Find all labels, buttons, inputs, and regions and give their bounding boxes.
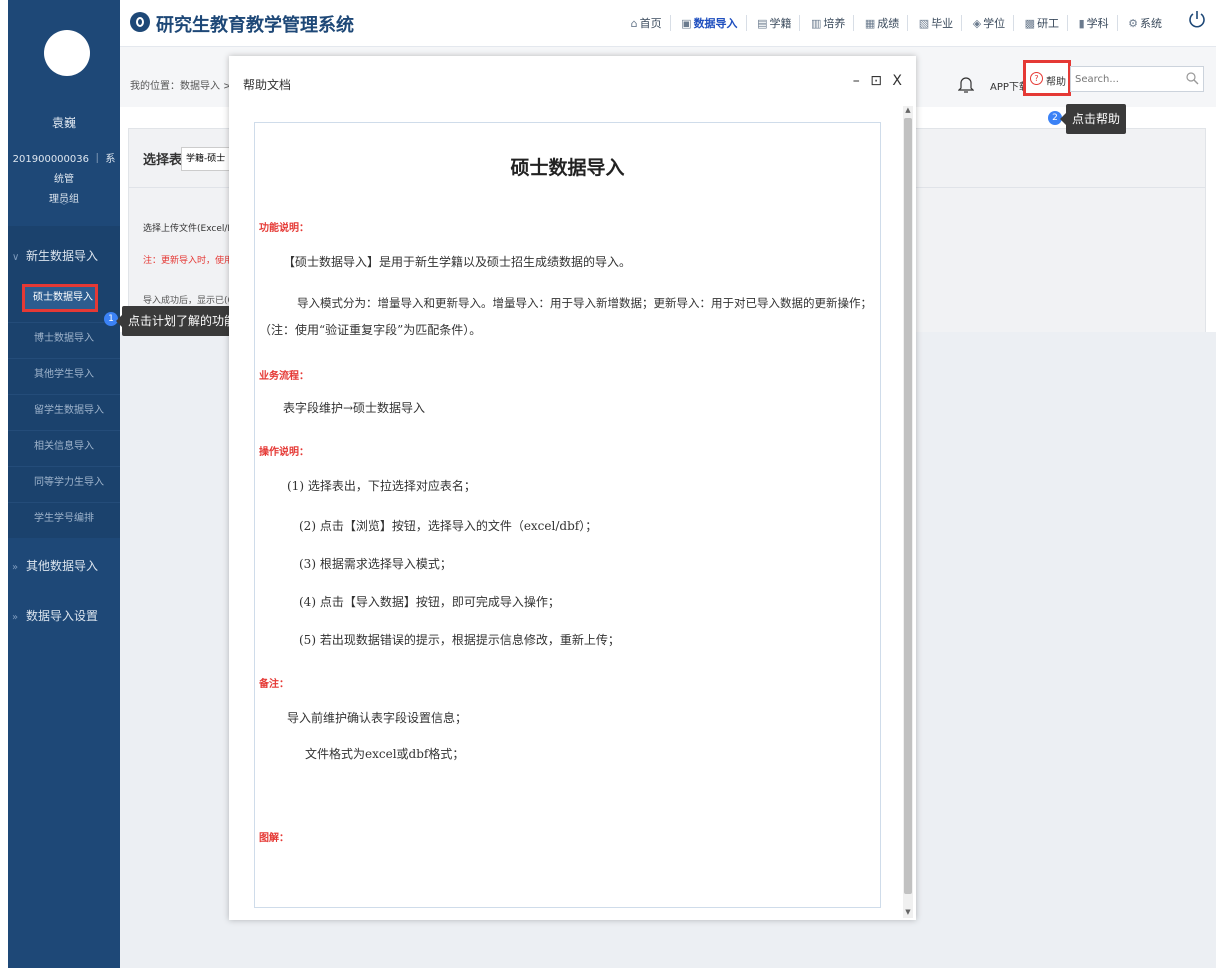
tooltip-help: 点击帮助 — [1059, 104, 1127, 134]
nav-research[interactable]: ▩ 研工 — [1024, 15, 1069, 31]
sidebar-item-intl-import[interactable]: 留学生数据导入 — [8, 394, 120, 426]
home-icon: ⌂ — [630, 17, 638, 30]
sidebar-item-phd-import[interactable]: 博士数据导入 — [8, 322, 120, 354]
help-label: 帮助 — [1046, 77, 1066, 88]
sidebar-group-import-settings[interactable]: » 数据导入设置 — [8, 596, 120, 636]
step-4: (4) 点击【导入数据】按钮，即可完成导入操作； — [299, 595, 560, 609]
app-root: 袁巍 201900000036 ｜ 系统管 理员组 ﹀ ∨ 新生数据导入 硕士数据… — [0, 0, 1216, 968]
nav-training[interactable]: ▥ 培养 — [810, 15, 855, 31]
remark-paragraph-2: 文件格式为excel或dbf格式； — [305, 747, 465, 761]
grid-icon: ▩ — [1024, 17, 1036, 30]
sidebar-item-equivalent-import[interactable]: 同等学力生导入 — [8, 466, 120, 498]
nav-data-import[interactable]: ▣ 数据导入 — [681, 15, 747, 31]
step-1: (1) 选择表出，下拉选择对应表名； — [287, 479, 476, 493]
user-id-role-line1: 201900000036 ｜ 系统管 — [12, 154, 116, 185]
sidebar-group-new-student-import[interactable]: ∨ 新生数据导入 — [8, 236, 120, 276]
doc-icon: ▥ — [810, 17, 822, 30]
graduate-icon: ▧ — [918, 17, 930, 30]
tooltip-feature: 点击计划了解的功能 — [115, 306, 243, 336]
function-paragraph-1: 【硕士数据导入】是用于新生学籍以及硕士招生成绩数据的导入。 — [283, 255, 632, 269]
sidebar-group-label: 新生数据导入 — [26, 249, 99, 263]
search-icon[interactable] — [1185, 71, 1199, 85]
dialog-scrollbar[interactable]: ▲ ▼ — [903, 106, 913, 918]
nav-enrollment[interactable]: ▤ 学籍 — [757, 15, 801, 31]
scroll-thumb[interactable] — [904, 118, 912, 894]
degree-icon: ◈ — [972, 17, 982, 30]
score-icon: ▦ — [864, 17, 876, 30]
nav-degree[interactable]: ◈ 学位 — [972, 15, 1015, 31]
bell-icon[interactable] — [958, 75, 974, 93]
top-header: 研究生教育教学管理系统 ⌂ 首页 ▣ 数据导入 ▤ 学籍 ▥ 培养 ▦ 成绩 ▧ 毕业 ◈ 学… — [120, 0, 1216, 47]
nav-label: 成绩 — [877, 17, 900, 30]
minimize-icon[interactable]: – — [853, 73, 860, 89]
dialog-controls: – ⊡ X — [847, 73, 902, 89]
nav-label: 首页 — [639, 17, 662, 30]
search-input[interactable] — [1071, 67, 1177, 91]
nav-label: 系统 — [1140, 17, 1162, 30]
nav-home[interactable]: ⌂ 首页 — [631, 15, 671, 31]
scroll-down-icon[interactable]: ▼ — [903, 908, 913, 918]
remark-paragraph-1: 导入前维护确认表字段设置信息； — [287, 711, 468, 725]
function-paragraph-3: （注：使用“验证重复字段”为匹配条件）。 — [259, 323, 482, 337]
help-button[interactable]: ? 帮助 — [1023, 60, 1071, 96]
help-icon: ? — [1030, 72, 1043, 85]
app-title: 研究生教育教学管理系统 — [156, 15, 354, 36]
power-icon[interactable] — [1188, 10, 1206, 28]
nav-label: 学籍 — [769, 17, 792, 30]
step-2: (2) 点击【浏览】按钮，选择导入的文件（excel/dbf）； — [299, 519, 598, 533]
gear-icon: ⚙ — [1128, 17, 1138, 30]
section-function: 功能说明： — [259, 223, 309, 234]
chevron-right-icon: » — [12, 612, 19, 623]
id-card-icon: ▤ — [757, 17, 768, 30]
chevron-right-icon: » — [12, 562, 19, 573]
section-diagram: 图解： — [259, 833, 289, 844]
section-flow: 业务流程： — [259, 371, 309, 382]
top-nav: ⌂ 首页 ▣ 数据导入 ▤ 学籍 ▥ 培养 ▦ 成绩 ▧ 毕业 ◈ 学位 ▩ 研工 ▮ 学科 ⚙ 系… — [624, 15, 1170, 31]
step-5: (5) 若出现数据错误的提示，根据提示信息修改，重新上传； — [299, 633, 620, 647]
nav-label: 培养 — [823, 17, 846, 30]
nav-label: 研工 — [1037, 17, 1060, 30]
nav-discipline[interactable]: ▮ 学科 — [1079, 15, 1118, 31]
nav-scores[interactable]: ▦ 成绩 — [864, 15, 909, 31]
dialog-title: 帮助文档 — [243, 78, 292, 92]
help-dialog: 帮助文档 – ⊡ X 硕士数据导入 功能说明： 【硕士数据导入】是用于新生学籍以… — [229, 56, 916, 920]
sidebar-item-master-import[interactable]: 硕士数据导入 — [22, 284, 98, 312]
upload-result-note: 导入成功后，显示已(0C — [143, 296, 240, 306]
sidebar-item-related-import[interactable]: 相关信息导入 — [8, 430, 120, 462]
nav-label: 学位 — [983, 17, 1006, 30]
nav-graduation[interactable]: ▧ 毕业 — [918, 15, 963, 31]
user-name: 袁巍 — [51, 116, 76, 130]
collapse-user-icon[interactable]: ﹀ — [8, 198, 120, 213]
close-icon[interactable]: X — [892, 73, 902, 89]
search-box — [1070, 66, 1204, 92]
section-operation: 操作说明： — [259, 447, 309, 458]
nav-label: 毕业 — [931, 17, 954, 30]
avatar[interactable] — [44, 30, 90, 76]
nav-label: 学科 — [1086, 17, 1109, 30]
sidebar: 袁巍 201900000036 ｜ 系统管 理员组 ﹀ ∨ 新生数据导入 硕士数据… — [8, 0, 120, 968]
dialog-content: 硕士数据导入 功能说明： 【硕士数据导入】是用于新生学籍以及硕士招生成绩数据的导… — [254, 122, 881, 908]
chart-icon: ▮ — [1078, 17, 1085, 30]
chevron-down-icon: ∨ — [12, 252, 20, 263]
import-icon: ▣ — [681, 17, 692, 30]
maximize-icon[interactable]: ⊡ — [870, 73, 882, 89]
function-paragraph-2: 导入模式分为：增量导入和更新导入。增量导入：用于导入新增数据；更新导入：用于对已… — [297, 296, 872, 310]
doc-title: 硕士数据导入 — [510, 157, 625, 179]
step-3: (3) 根据需求选择导入模式； — [299, 557, 452, 571]
sidebar-group-label: 其他数据导入 — [26, 559, 99, 573]
nav-system[interactable]: ⚙ 系统 — [1128, 15, 1170, 31]
sidebar-group-other-import[interactable]: » 其他数据导入 — [8, 546, 120, 586]
logo-icon — [130, 12, 150, 32]
nav-label: 数据导入 — [693, 17, 738, 30]
flow-paragraph: 表字段维护→硕士数据导入 — [283, 401, 426, 415]
section-remark: 备注： — [259, 679, 289, 690]
sidebar-group-label: 数据导入设置 — [26, 609, 99, 623]
scroll-up-icon[interactable]: ▲ — [903, 106, 913, 116]
sidebar-item-student-number[interactable]: 学生学号编排 — [8, 502, 120, 534]
sidebar-item-other-student-import[interactable]: 其他学生导入 — [8, 358, 120, 390]
